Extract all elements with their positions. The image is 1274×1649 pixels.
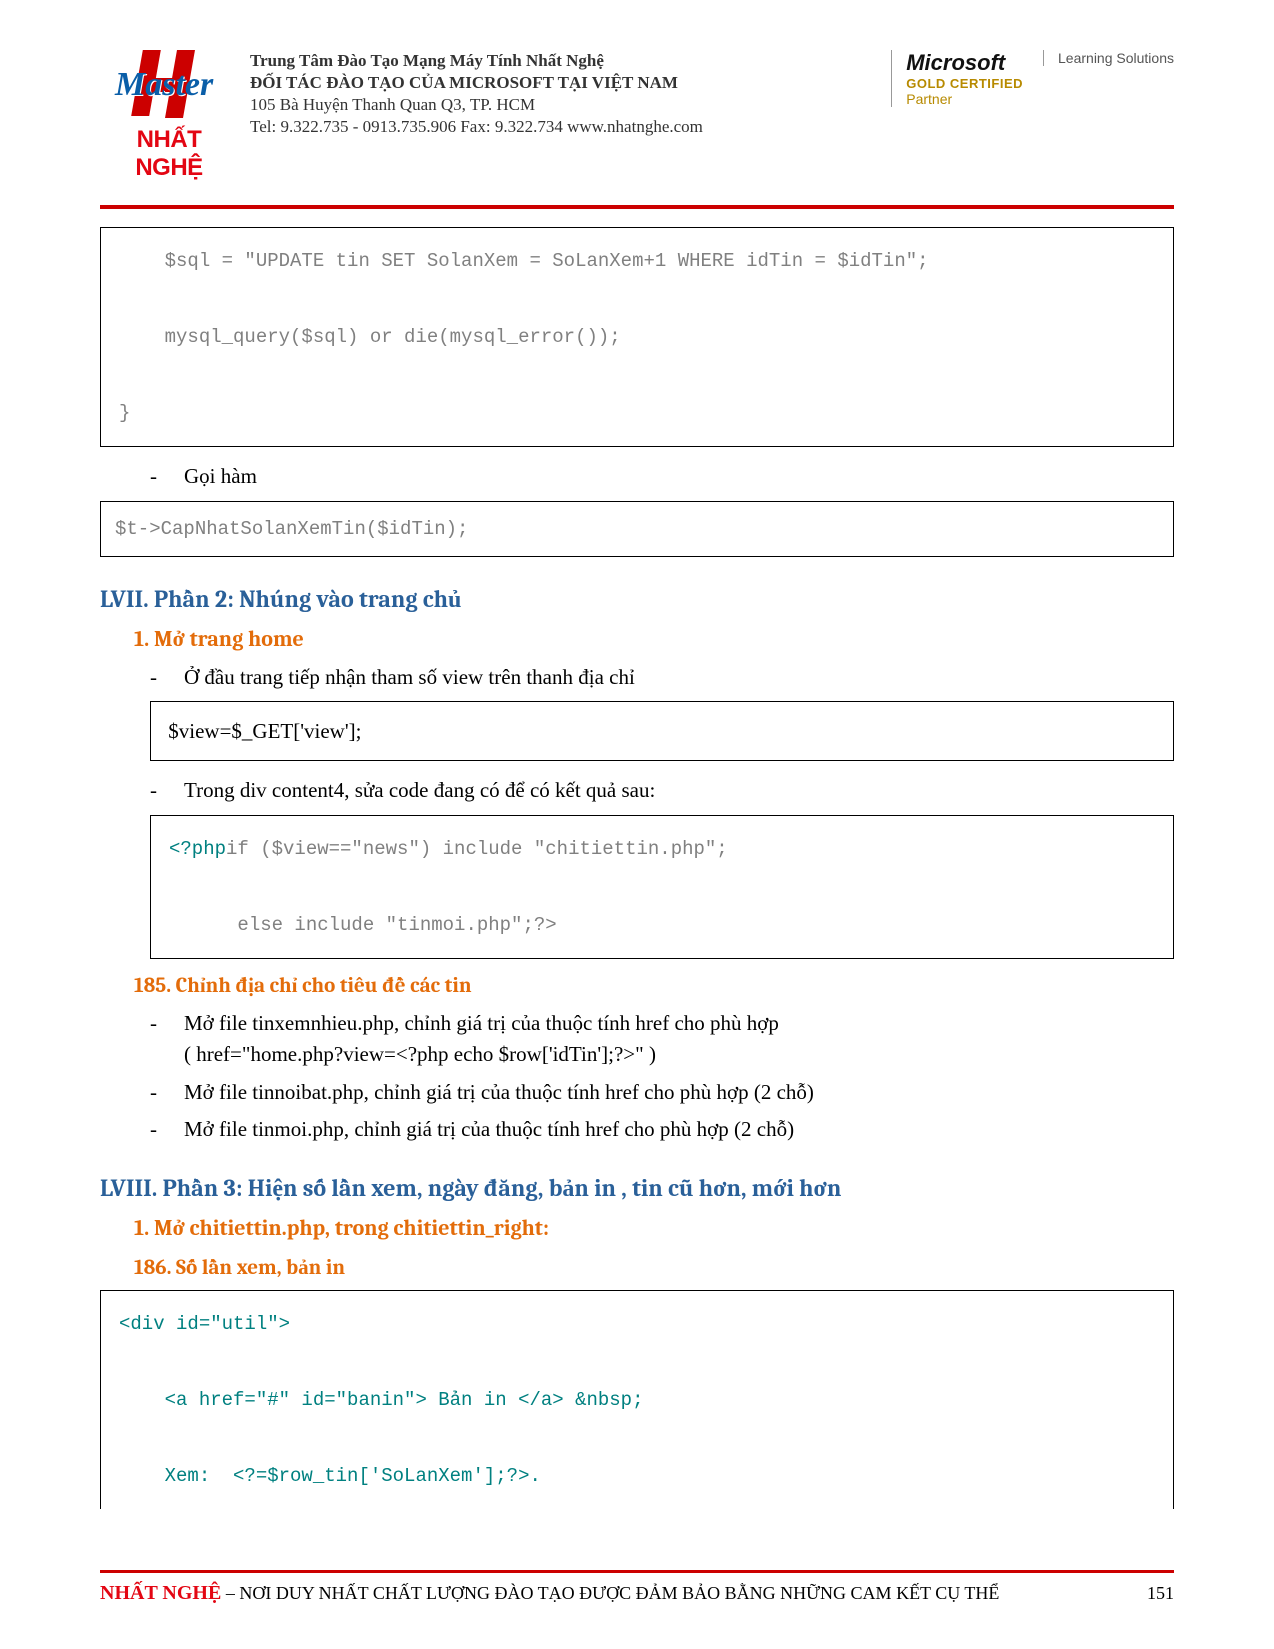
subheading-186: 186. Số lần xem, bản in <box>134 1255 1174 1280</box>
bullet-list: - Mở file tinxemnhieu.php, chỉnh giá trị… <box>150 1008 1174 1146</box>
code-block-3: $view=$_GET['view']; <box>150 701 1174 761</box>
org-line-1: Trung Tâm Đào Tạo Mạng Máy Tính Nhất Ngh… <box>250 50 871 72</box>
page-footer: NHẤT NGHỆ – NƠI DUY NHẤT CHẤT LƯỢNG ĐÀO … <box>100 1582 1174 1605</box>
code-block-2: $t->CapNhatSolanXemTin($idTin); <box>100 501 1174 557</box>
bullet-dash: - <box>150 1077 164 1109</box>
learning-text: Learning Solutions <box>1058 50 1174 66</box>
footer-separator <box>100 1570 1174 1573</box>
learning-block: Learning Solutions <box>1043 50 1174 66</box>
code-block-1: $sql = "UPDATE tin SET SolanXem = SoLanX… <box>100 227 1174 447</box>
list-item: - Mở file tinmoi.php, chỉnh giá trị của … <box>150 1114 1174 1146</box>
org-line-3: 105 Bà Huyện Thanh Quan Q3, TP. HCM <box>250 94 871 116</box>
code-block-4: <?phpif ($view=="news") include "chitiet… <box>150 815 1174 959</box>
gold-cert-text: GOLD CERTIFIED <box>906 76 1023 91</box>
logo-block: Master NHẤT NGHỆ <box>100 50 238 182</box>
partner-text: Partner <box>906 91 952 107</box>
brand-text: NHẤT NGHỆ <box>100 126 238 182</box>
bullet-text: Mở file tinxemnhieu.php, chỉnh giá trị c… <box>184 1008 1174 1071</box>
list-item: - Mở file tinxemnhieu.php, chỉnh giá trị… <box>150 1008 1174 1071</box>
page-header: Master NHẤT NGHỆ Trung Tâm Đào Tạo Mạng … <box>100 50 1174 182</box>
subheading-2: 1. Mở chitiettin.php, trong chitiettin_r… <box>134 1215 1174 1241</box>
header-separator <box>100 205 1174 209</box>
bullet-text: Ở đầu trang tiếp nhận tham số view trên … <box>184 662 1174 694</box>
bullet-dash: - <box>150 1114 164 1146</box>
bullet-list: - Ở đầu trang tiếp nhận tham số view trê… <box>150 662 1174 694</box>
page: Master NHẤT NGHỆ Trung Tâm Đào Tạo Mạng … <box>0 0 1274 1649</box>
bullet-text: Mở file tinnoibat.php, chỉnh giá trị của… <box>184 1077 1174 1109</box>
bullet-dash: - <box>150 461 164 493</box>
list-item: - Mở file tinnoibat.php, chỉnh giá trị c… <box>150 1077 1174 1109</box>
list-item: - Ở đầu trang tiếp nhận tham số view trê… <box>150 662 1174 694</box>
bullet-line-a: Mở file tinxemnhieu.php, chỉnh giá trị c… <box>184 1011 779 1035</box>
footer-brand: NHẤT NGHỆ <box>100 1582 221 1604</box>
org-line-4: Tel: 9.322.735 - 0913.735.906 Fax: 9.322… <box>250 116 871 138</box>
bullet-text: Trong div content4, sửa code đang có để … <box>184 775 1174 807</box>
footer-left: NHẤT NGHỆ – NƠI DUY NHẤT CHẤT LƯỢNG ĐÀO … <box>100 1582 999 1605</box>
code-keyword: <?php <box>169 838 226 860</box>
bullet-text: Mở file tinmoi.php, chỉnh giá trị của th… <box>184 1114 1174 1146</box>
bullet-list: - Gọi hàm <box>150 461 1174 493</box>
org-line-2: ĐỐI TÁC ĐÀO TẠO CỦA MICROSOFT TẠI VIỆT N… <box>250 72 871 94</box>
bullet-list: - Trong div content4, sửa code đang có đ… <box>150 775 1174 807</box>
footer-slogan: – NƠI DUY NHẤT CHẤT LƯỢNG ĐÀO TẠO ĐƯỢC Đ… <box>221 1583 999 1603</box>
bullet-line-b: ( href="home.php?view=<?php echo $row['i… <box>184 1042 656 1066</box>
subheading-185: 185. Chỉnh địa chỉ cho tiêu đề các tin <box>134 973 1174 998</box>
bullet-text: Gọi hàm <box>184 461 1174 493</box>
cert-block: Microsoft GOLD CERTIFIED Partner <box>891 50 1023 107</box>
heading-lvii: LVII. Phần 2: Nhúng vào trang chủ <box>100 585 1174 614</box>
page-number: 151 <box>1147 1583 1174 1604</box>
subheading-1: 1. Mở trang home <box>134 626 1174 652</box>
bullet-dash: - <box>150 775 164 807</box>
microsoft-logo: Microsoft <box>906 50 1005 76</box>
list-item: - Trong div content4, sửa code đang có đ… <box>150 775 1174 807</box>
heading-lviii: LVIII. Phần 3: Hiện số lần xem, ngày đăn… <box>100 1174 1174 1203</box>
org-info: Trung Tâm Đào Tạo Mạng Máy Tính Nhất Ngh… <box>250 50 871 138</box>
code-block-5: <div id="util"> <a href="#" id="banin"> … <box>100 1290 1174 1509</box>
code-rest: if ($view=="news") include "chitiettin.p… <box>169 838 728 936</box>
bullet-dash: - <box>150 1008 164 1071</box>
logo-icon: Master <box>119 50 219 122</box>
list-item: - Gọi hàm <box>150 461 1174 493</box>
bullet-dash: - <box>150 662 164 694</box>
